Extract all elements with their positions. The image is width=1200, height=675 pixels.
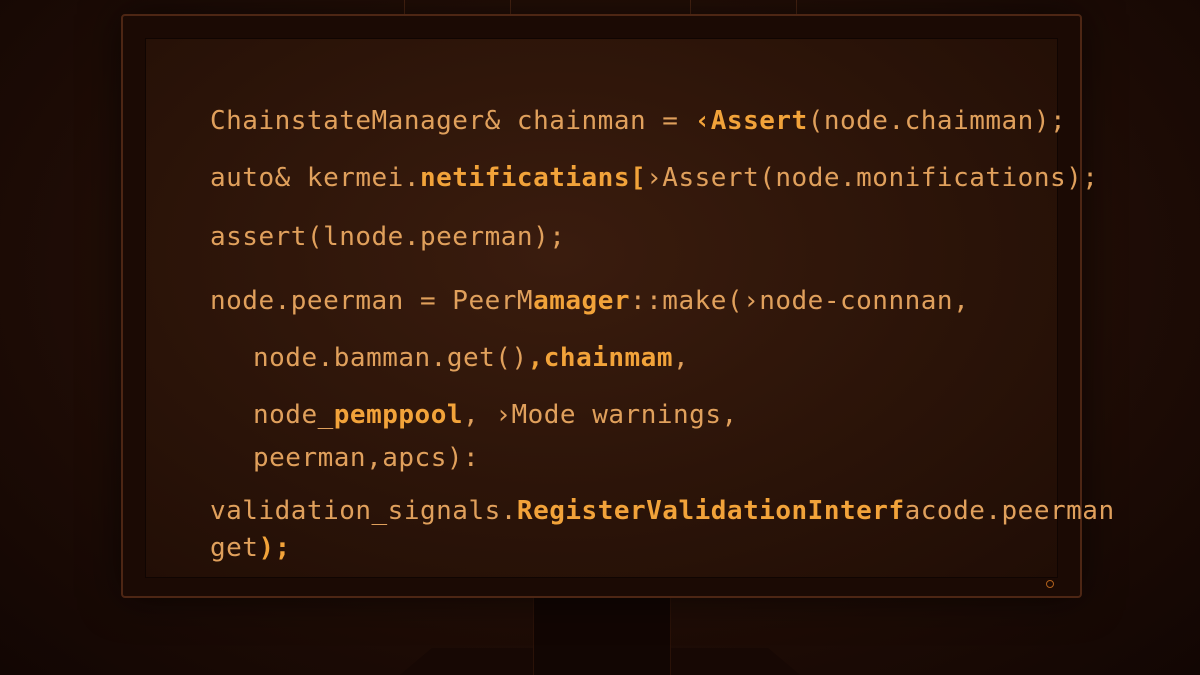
code-token: acode.peerman xyxy=(904,496,1115,526)
code-token: assert(lnode.peerman); xyxy=(210,222,566,252)
code-token: , xyxy=(673,343,690,373)
code-token-highlight: netificatians[ xyxy=(420,163,647,193)
code-token: get xyxy=(210,533,259,563)
code-line-5: node.bamman.get(),chainmam, xyxy=(253,343,689,373)
code-token: validation_signals. xyxy=(210,496,517,526)
code-line-9: get); xyxy=(210,533,291,563)
code-token-highlight: pemppool xyxy=(333,400,464,430)
code-token: ::make(›node-connnan, xyxy=(630,286,970,316)
code-line-1: ChainstateManager& chainman = ‹Assert(no… xyxy=(210,106,1066,136)
code-screen: ChainstateManager& chainman = ‹Assert(no… xyxy=(145,38,1114,578)
code-token: auto& kermei. xyxy=(210,163,420,193)
code-token-highlight: amager xyxy=(533,286,630,316)
code-line-6: node_pemppool, ›Mode warnings, xyxy=(253,400,738,430)
code-token: peerman,ap xyxy=(253,443,415,473)
code-token: cs): xyxy=(414,443,480,473)
power-led-icon xyxy=(1046,580,1054,588)
code-line-8: validation_signals.RegisterValidationInt… xyxy=(210,496,1115,526)
code-line-4: node.peerman = PeerMamager::make(›node-c… xyxy=(210,286,969,316)
code-token-highlight: ); xyxy=(258,533,291,563)
code-token-highlight: ‹Assert xyxy=(694,106,808,136)
code-token: , ›Mode warnings, xyxy=(463,400,738,430)
code-token: ChainstateManager& chainman = xyxy=(210,106,695,136)
background-line xyxy=(510,0,511,14)
code-token: node.peerman = PeerM xyxy=(210,286,534,316)
code-line-3: assert(lnode.peerman); xyxy=(210,222,565,252)
code-token: node.bamman.get() xyxy=(253,343,528,373)
code-token-highlight: ,chainmam xyxy=(527,343,673,373)
code-token-highlight: RegisterValidationInterf xyxy=(516,496,905,526)
code-token: ›Assert(node.monifications); xyxy=(646,163,1099,193)
background-line xyxy=(796,0,797,14)
background-line xyxy=(690,0,691,14)
background-line xyxy=(404,0,405,14)
code-token: (node.chaimman); xyxy=(807,106,1067,136)
monitor-stand-neck xyxy=(533,596,671,675)
monitor-bezel: ChainstateManager& chainman = ‹Assert(no… xyxy=(121,14,1114,598)
code-token: node_ xyxy=(253,400,334,430)
code-line-2: auto& kermei.netificatians[›Assert(node.… xyxy=(210,163,1098,193)
code-line-7: peerman,apcs): xyxy=(253,443,479,473)
